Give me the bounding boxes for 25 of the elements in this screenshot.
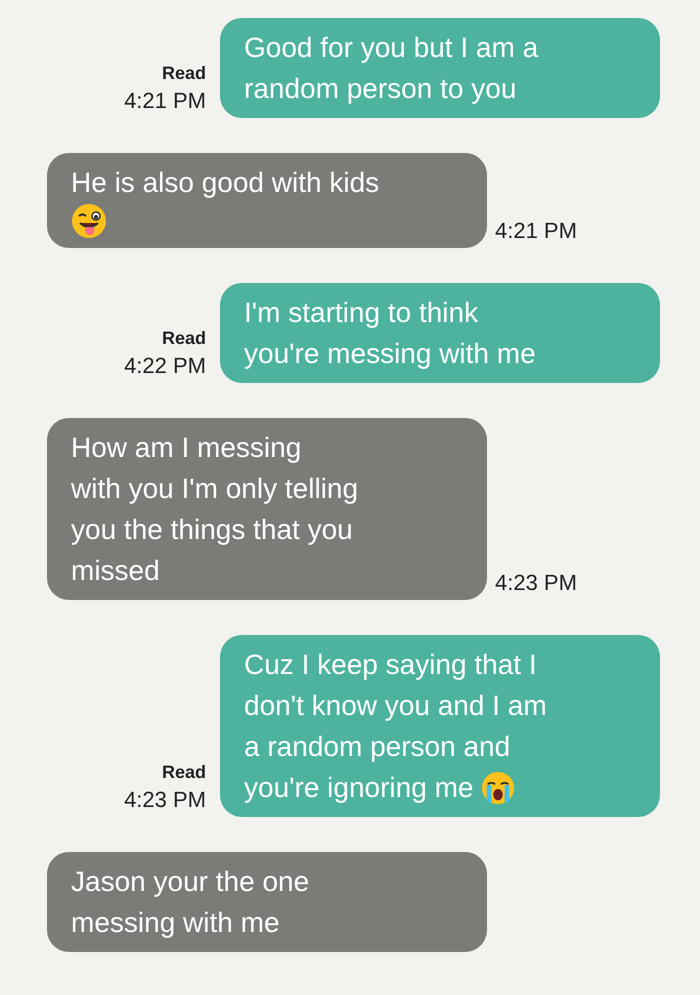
- message-text: don't know you and I am: [244, 689, 547, 723]
- timestamp: 4:23 PM: [495, 569, 577, 597]
- timestamp: 4:21 PM: [495, 217, 577, 245]
- message-text: random person to you: [244, 72, 516, 106]
- timestamp: 4:23 PM: [124, 786, 206, 814]
- read-receipt: Read: [162, 327, 206, 350]
- message-text: He is also good with kids: [71, 166, 380, 200]
- timestamp: 4:21 PM: [124, 87, 206, 115]
- message-text: Jason your the one: [71, 865, 310, 899]
- crying-face-icon: [481, 770, 516, 804]
- message-text: with you I'm only telling: [71, 472, 358, 506]
- message-text: you the things that you: [71, 513, 353, 547]
- message-text: you're messing with me: [244, 337, 536, 371]
- winking-tongue-face-icon: [71, 203, 107, 239]
- message-text: a random person and: [244, 730, 510, 764]
- message-text: messing with me: [71, 906, 280, 940]
- message-text: I'm starting to think: [244, 296, 478, 330]
- message-text: Good for you but I am a: [244, 31, 538, 65]
- message-text: you're ignoring me: [244, 771, 474, 805]
- message-text: How am I messing: [71, 431, 302, 465]
- read-receipt: Read: [162, 761, 206, 784]
- message-text: Cuz I keep saying that I: [244, 648, 537, 682]
- read-receipt: Read: [162, 62, 206, 85]
- timestamp: 4:22 PM: [124, 352, 206, 380]
- message-text: missed: [71, 554, 160, 588]
